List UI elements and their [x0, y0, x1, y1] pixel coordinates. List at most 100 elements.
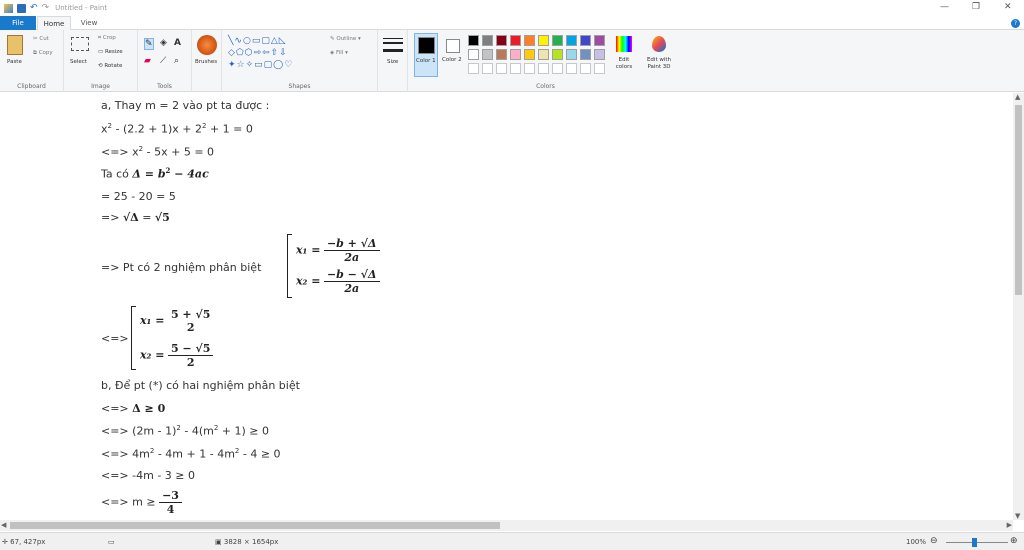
palette-swatch[interactable] [524, 49, 535, 60]
palette-swatch[interactable] [538, 35, 549, 46]
scroll-right-icon[interactable]: ▶ [1007, 521, 1012, 529]
canvas-size-icon: ▣ [215, 538, 222, 546]
palette-swatch[interactable] [468, 49, 479, 60]
close-button[interactable]: ✕ [1004, 2, 1012, 12]
equivalence-line: <=> [101, 332, 129, 345]
system-bracket [131, 306, 136, 370]
scroll-up-icon[interactable]: ▲ [1015, 93, 1020, 101]
maximize-button[interactable]: ❐ [972, 2, 980, 12]
palette-swatch[interactable] [566, 35, 577, 46]
colors-group: Color 1 Color 2 Edit colors Edit with Pa… [408, 30, 683, 92]
tab-file[interactable]: File [0, 16, 36, 30]
color2-selector[interactable]: Color 2 [441, 33, 465, 77]
magnifier-icon[interactable]: ⌕ [174, 56, 179, 66]
color-picker-icon[interactable]: ⟋ [160, 56, 166, 66]
palette-swatch[interactable] [510, 35, 521, 46]
tab-home[interactable]: Home [37, 16, 71, 31]
color2-swatch [446, 39, 460, 53]
size-icon[interactable] [383, 38, 403, 52]
horizontal-scroll-thumb[interactable] [10, 522, 500, 529]
clipboard-label: Clipboard [17, 83, 46, 90]
undo-icon[interactable]: ↶ [30, 3, 38, 13]
palette-swatch[interactable] [524, 35, 535, 46]
palette-swatch-empty[interactable] [538, 63, 549, 74]
save-icon[interactable] [17, 3, 26, 13]
zoom-slider-thumb[interactable] [972, 538, 977, 547]
minimize-button[interactable]: — [940, 2, 949, 12]
brushes-button[interactable]: Brushes [195, 59, 217, 65]
fill-dropdown[interactable]: ◈ Fill ▾ [330, 50, 348, 56]
text-icon[interactable]: A [174, 38, 181, 48]
image-label: Image [91, 83, 110, 90]
paste-button[interactable]: Paste [7, 59, 22, 65]
brush-icon[interactable] [197, 35, 217, 55]
drawing-canvas[interactable]: a, Thay m = 2 vào pt ta được : x2 - (2.2… [0, 93, 1013, 520]
palette-swatch[interactable] [552, 35, 563, 46]
zoom-slider[interactable] [946, 538, 1008, 547]
pencil-icon[interactable]: ✎ [144, 38, 154, 50]
palette-swatch[interactable] [496, 35, 507, 46]
line-part-b: b, Để pt (*) có hai nghiệm phân biệt [101, 379, 300, 392]
condition-line: <=> -4m - 3 ≥ 0 [101, 469, 195, 482]
palette-swatch[interactable] [580, 35, 591, 46]
ribbon: Paste ✂ Cut ⧉ Copy Clipboard Select ⌗ Cr… [0, 30, 1024, 92]
root-formula-x2: x₂ = −b − √Δ 2a [296, 268, 380, 295]
redo-icon[interactable]: ↷ [42, 3, 50, 13]
zoom-in-button[interactable]: ⊕ [1010, 536, 1018, 546]
edit-colors-button[interactable]: Edit colors [612, 33, 636, 77]
cut-button[interactable]: ✂ Cut [33, 36, 49, 42]
paint3d-icon [652, 36, 666, 52]
palette-swatch-empty[interactable] [496, 63, 507, 74]
scroll-left-icon[interactable]: ◀ [1, 521, 6, 529]
select-button[interactable]: Select [70, 59, 87, 65]
palette-swatch-empty[interactable] [594, 63, 605, 74]
fill-icon[interactable]: ◈ [160, 38, 167, 48]
help-icon[interactable]: ? [1011, 19, 1020, 28]
palette-swatch-empty[interactable] [482, 63, 493, 74]
palette-swatch-empty[interactable] [566, 63, 577, 74]
window-title: Untitled - Paint [55, 4, 108, 12]
palette-swatch-empty[interactable] [580, 63, 591, 74]
tab-view[interactable]: View [72, 16, 106, 30]
palette-swatch[interactable] [496, 49, 507, 60]
zoom-out-button[interactable]: ⊖ [930, 536, 938, 546]
palette-swatch[interactable] [580, 49, 591, 60]
size-button[interactable]: Size [387, 59, 398, 65]
palette-swatch-empty[interactable] [510, 63, 521, 74]
shapes-gallery[interactable]: ╲∿○▭▢△◺ ◇⬠⬡⇨⇦⇧⇩ ✦☆✧▭▢◯♡ [228, 35, 328, 73]
vertical-scrollbar[interactable]: ▲ ▼ [1013, 93, 1024, 520]
condition-line: <=> (2m - 1)2 - 4(m2 + 1) ≥ 0 [101, 424, 270, 438]
edit-with-paint3d-button[interactable]: Edit with Paint 3D [643, 33, 675, 77]
palette-swatch[interactable] [594, 35, 605, 46]
paste-icon[interactable] [7, 35, 23, 55]
root-value-x2: x₂ = 5 − √5 2 [140, 342, 214, 369]
brushes-group: Brushes [192, 30, 222, 92]
eraser-icon[interactable]: ▰ [144, 56, 151, 66]
horizontal-scrollbar[interactable]: ◀ ▶ [0, 520, 1013, 531]
palette-swatch[interactable] [510, 49, 521, 60]
scroll-down-icon[interactable]: ▼ [1015, 512, 1020, 520]
rotate-button[interactable]: ⟲ Rotate [98, 63, 122, 69]
palette-swatch[interactable] [552, 49, 563, 60]
palette-swatch-empty[interactable] [524, 63, 535, 74]
title-bar: ↶ ↷ Untitled - Paint — ❐ ✕ [0, 0, 1024, 16]
palette-swatch[interactable] [482, 49, 493, 60]
outline-dropdown[interactable]: ✎ Outline ▾ [330, 36, 361, 42]
palette-swatch[interactable] [482, 35, 493, 46]
palette-swatch[interactable] [594, 49, 605, 60]
clipboard-group: Paste ✂ Cut ⧉ Copy Clipboard [0, 30, 64, 92]
paint-window: ↶ ↷ Untitled - Paint — ❐ ✕ File Home Vie… [0, 0, 1024, 550]
palette-swatch[interactable] [538, 49, 549, 60]
crop-button[interactable]: ⌗ Crop [98, 35, 116, 42]
palette-swatch[interactable] [468, 35, 479, 46]
copy-button[interactable]: ⧉ Copy [33, 50, 53, 57]
vertical-scroll-thumb[interactable] [1015, 105, 1022, 295]
palette-swatch[interactable] [566, 49, 577, 60]
condition-line: <=> 4m2 - 4m + 1 - 4m2 - 4 ≥ 0 [101, 447, 281, 461]
select-icon[interactable] [71, 37, 89, 51]
palette-swatch-empty[interactable] [468, 63, 479, 74]
palette-swatch-empty[interactable] [552, 63, 563, 74]
color1-selector[interactable]: Color 1 [414, 33, 438, 77]
resize-button[interactable]: ▭ Resize [98, 49, 123, 55]
ribbon-tabs: File Home View [0, 16, 1024, 31]
